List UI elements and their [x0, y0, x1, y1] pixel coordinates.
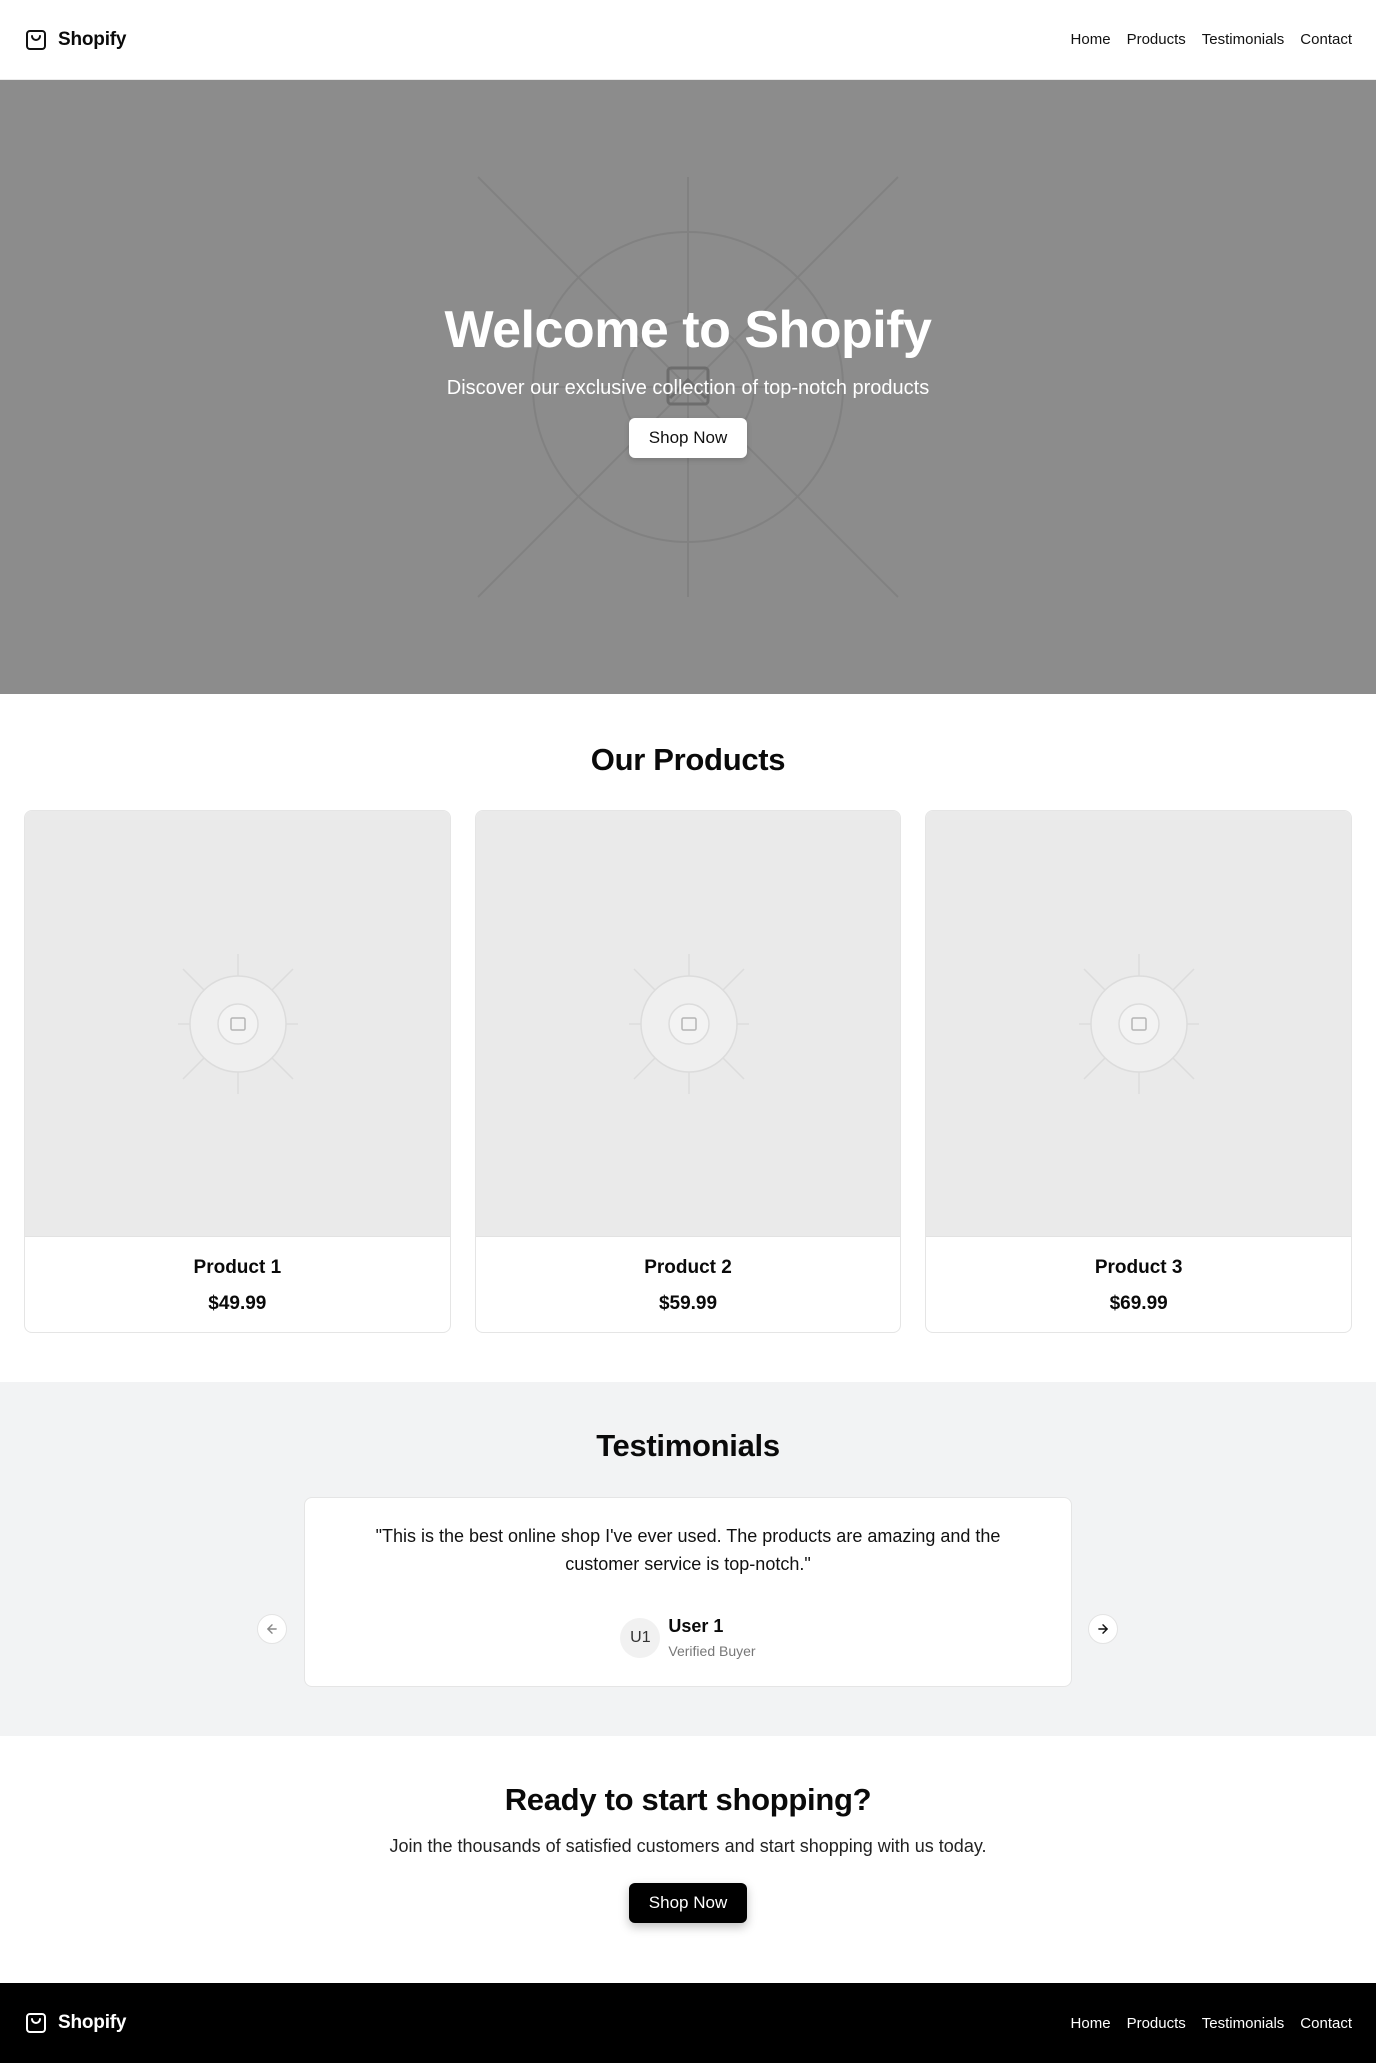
image-placeholder-icon [628, 954, 749, 1094]
arrow-right-icon [1098, 1624, 1108, 1634]
product-card[interactable]: Product 2 $59.99 [474, 810, 902, 1333]
footer-brand-name: Shopify [58, 2012, 127, 2033]
footer-nav-products[interactable]: Products [1127, 2015, 1186, 2032]
product-name: Product 1 [193, 1257, 282, 1278]
product-image [475, 811, 901, 1237]
brand-name: Shopify [58, 28, 127, 50]
hero-shop-now-button[interactable]: Shop Now [628, 418, 748, 459]
product-name: Product 3 [1094, 1257, 1183, 1278]
product-image [926, 811, 1352, 1237]
footer-nav-testimonials[interactable]: Testimonials [1202, 2015, 1285, 2032]
brand-logo[interactable]: Shopify [24, 28, 126, 52]
cta-section: Ready to start shopping? Join the thousa… [0, 1736, 1376, 1983]
hero-section: Welcome to Shopify Discover our exclusiv… [0, 80, 1376, 694]
testimonial-quote: "This is the best online shop I've ever … [375, 1526, 1001, 1574]
product-name: Product 2 [644, 1257, 732, 1278]
cta-subtitle: Join the thousands of satisfied customer… [389, 1836, 987, 1856]
footer-nav-contact[interactable]: Contact [1300, 2015, 1352, 2032]
cta-title: Ready to start shopping? [504, 1782, 872, 1817]
site-header: Shopify Home Products Testimonials Conta… [0, 0, 1376, 80]
author-name: User 1 [668, 1616, 724, 1636]
prev-testimonial-button[interactable] [257, 1614, 287, 1644]
image-placeholder-icon [1079, 954, 1200, 1094]
hero-title: Welcome to Shopify [444, 301, 932, 359]
footer-brand-logo[interactable]: Shopify [24, 2011, 126, 2035]
footer-nav: Home Products Testimonials Contact [1071, 2015, 1352, 2032]
next-testimonial-button[interactable] [1088, 1614, 1118, 1644]
product-grid: Product 1 $49.99 Product 2 $59.99 Produc… [0, 810, 1376, 1333]
shopping-bag-icon [26, 2013, 46, 2033]
shopping-bag-icon [26, 29, 46, 50]
product-price: $69.99 [1109, 1293, 1168, 1314]
hero-content: Welcome to Shopify Discover our exclusiv… [0, 301, 1376, 459]
product-image [25, 811, 450, 1237]
nav-contact[interactable]: Contact [1300, 31, 1352, 48]
products-title: Our Products [590, 742, 786, 777]
cta-shop-now-button[interactable]: Shop Now [628, 1883, 748, 1923]
image-placeholder-icon [178, 954, 298, 1094]
product-card[interactable]: Product 3 $69.99 [925, 810, 1353, 1333]
nav-testimonials[interactable]: Testimonials [1202, 31, 1285, 48]
testimonials-section: Testimonials "This is the best online sh… [0, 1382, 1376, 1736]
product-price: $49.99 [208, 1293, 267, 1314]
nav-products[interactable]: Products [1127, 31, 1186, 48]
main-nav: Home Products Testimonials Contact [1071, 31, 1352, 48]
footer-nav-home[interactable]: Home [1071, 2015, 1111, 2032]
nav-home[interactable]: Home [1071, 31, 1111, 48]
product-card[interactable]: Product 1 $49.99 [24, 810, 451, 1333]
testimonials-title: Testimonials [596, 1428, 780, 1463]
author-role: Verified Buyer [668, 1643, 756, 1659]
hero-subtitle: Discover our exclusive collection of top… [446, 377, 930, 400]
testimonial-author: U1 User 1 Verified Buyer [305, 1616, 1071, 1659]
site-footer: Shopify Home Products Testimonials Conta… [0, 1983, 1376, 2063]
products-section: Our Products Product 1 $49.99 Product 2 … [0, 694, 1376, 1382]
arrow-left-icon [267, 1624, 277, 1634]
author-meta: User 1 Verified Buyer [668, 1616, 755, 1659]
avatar: U1 [620, 1617, 661, 1658]
product-price: $59.99 [658, 1293, 718, 1314]
testimonial-card: "This is the best online shop I've ever … [304, 1497, 1072, 1687]
